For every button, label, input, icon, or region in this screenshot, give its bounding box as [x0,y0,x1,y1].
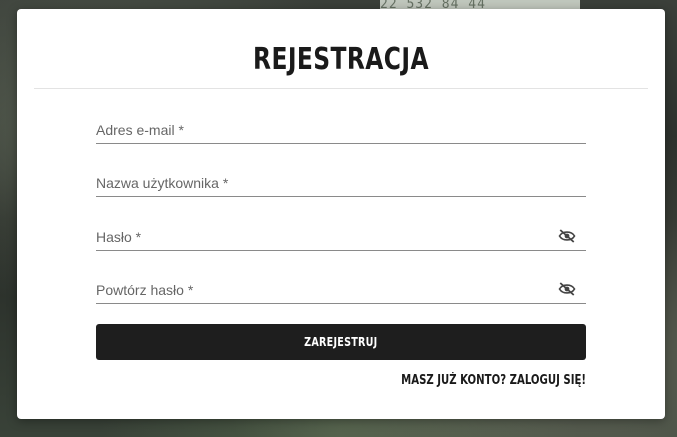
register-button[interactable]: ZAREJESTRUJ [96,324,586,360]
login-link[interactable]: MASZ JUŻ KONTO? ZALOGUJ SIĘ! [401,373,586,388]
eye-off-icon[interactable] [558,282,576,296]
email-field[interactable] [96,119,586,141]
username-field-wrapper [96,172,586,197]
password-repeat-field-wrapper [96,279,586,304]
password-field-wrapper [96,226,586,251]
username-field[interactable] [96,172,586,194]
modal-title: REJESTRACJA [253,42,429,77]
title-divider [34,88,648,89]
password-repeat-field[interactable] [96,279,586,301]
eye-off-icon[interactable] [558,229,576,243]
password-field[interactable] [96,226,586,248]
registration-modal: REJESTRACJA ZAREJESTRUJ MASZ JUŻ KONTO? … [17,9,665,419]
email-field-wrapper [96,119,586,144]
register-button-label: ZAREJESTRUJ [304,335,378,349]
